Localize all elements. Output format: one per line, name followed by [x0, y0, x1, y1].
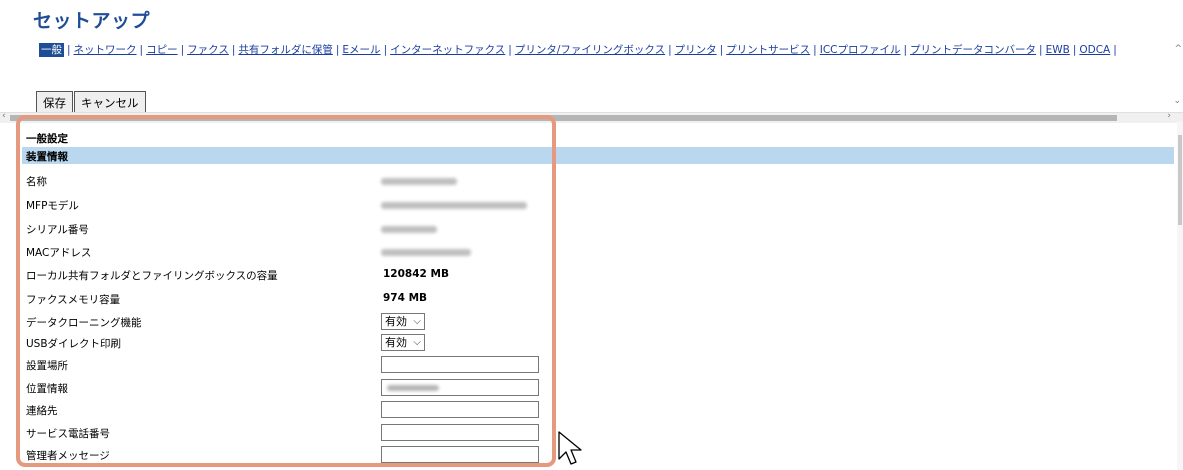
admin-message-input[interactable] — [381, 446, 539, 463]
nav-general[interactable]: 一般 — [39, 43, 64, 57]
name-value-redacted — [381, 178, 457, 185]
label-serial: シリアル番号 — [26, 224, 89, 236]
scroll-right-icon[interactable]: › — [1167, 111, 1171, 121]
nav-icc-profile[interactable]: ICCプロファイル — [820, 44, 901, 56]
usb-print-select[interactable]: 有効 ⌵ — [381, 334, 425, 351]
page-title: セットアップ — [33, 10, 151, 32]
local-folder-capacity-value: 120842 MB — [383, 268, 449, 280]
setup-nav: 一般 | ネットワーク | コピー | ファクス | 共有フォルダに保管 | Eメール | インターネッ… — [39, 43, 1117, 57]
chevron-down-icon: ⌵ — [413, 316, 421, 327]
mac-value-redacted — [381, 249, 471, 256]
label-geo: 位置情報 — [26, 383, 68, 395]
nav-ewb[interactable]: EWB — [1046, 44, 1070, 56]
nav-print-service[interactable]: プリントサービス — [726, 44, 810, 56]
label-data-cloning: データクローニング機能 — [26, 317, 142, 329]
data-cloning-select[interactable]: 有効 ⌵ — [381, 313, 425, 330]
nav-odca[interactable]: ODCA — [1079, 44, 1110, 56]
location-input[interactable] — [381, 356, 539, 373]
nav-print-data-converter[interactable]: プリントデータコンバータ — [910, 44, 1036, 56]
service-phone-input[interactable] — [381, 424, 539, 441]
scroll-down-icon[interactable]: ⌄ — [1173, 96, 1181, 106]
subsection-band — [22, 147, 1174, 164]
label-service-phone: サービス電話番号 — [26, 428, 110, 440]
section-title: 一般設定 — [26, 133, 68, 145]
scroll-left-icon[interactable]: ‹ — [2, 111, 6, 121]
geo-value-redacted — [387, 385, 439, 391]
label-usb-print: USBダイレクト印刷 — [26, 338, 122, 350]
nav-email[interactable]: Eメール — [342, 44, 380, 56]
chevron-down-icon: ⌵ — [413, 337, 421, 348]
scroll-up-icon[interactable]: ^ — [1174, 44, 1182, 54]
serial-value-redacted — [381, 226, 437, 233]
scrollbar-thumb[interactable] — [10, 115, 1117, 121]
model-value-redacted — [381, 202, 527, 209]
label-mac: MACアドレス — [26, 247, 92, 259]
nav-copy[interactable]: コピー — [146, 44, 178, 56]
label-mfp-model: MFPモデル — [26, 200, 79, 212]
nav-separator: | — [67, 44, 71, 56]
nav-network[interactable]: ネットワーク — [74, 44, 137, 56]
label-contact: 連絡先 — [26, 405, 58, 417]
usb-print-selected: 有効 — [385, 336, 407, 349]
fax-memory-value: 974 MB — [383, 292, 428, 304]
label-location: 設置場所 — [26, 360, 68, 372]
data-cloning-selected: 有効 — [385, 315, 407, 328]
geo-input[interactable] — [381, 379, 539, 396]
label-name: 名称 — [26, 176, 47, 188]
subsection-title: 装置情報 — [26, 151, 68, 163]
label-local-folder-capacity: ローカル共有フォルダとファイリングボックスの容量 — [26, 270, 278, 282]
label-admin-message: 管理者メッセージ — [26, 450, 110, 462]
nav-fax[interactable]: ファクス — [187, 44, 229, 56]
vertical-scrollbar[interactable] — [1177, 122, 1183, 470]
contact-input[interactable] — [381, 401, 539, 418]
nav-internet-fax[interactable]: インターネットファクス — [390, 44, 505, 56]
nav-save-as-file[interactable]: 共有フォルダに保管 — [238, 44, 333, 56]
mouse-pointer-icon — [558, 431, 582, 465]
label-fax-memory: ファクスメモリ容量 — [26, 294, 121, 306]
nav-printer-filebox[interactable]: プリンタ/ファイリングボックス — [515, 44, 665, 56]
scrollbar-thumb[interactable] — [1178, 135, 1182, 225]
nav-printer[interactable]: プリンタ — [675, 44, 717, 56]
horizontal-scrollbar[interactable]: ‹ › — [0, 111, 1183, 123]
